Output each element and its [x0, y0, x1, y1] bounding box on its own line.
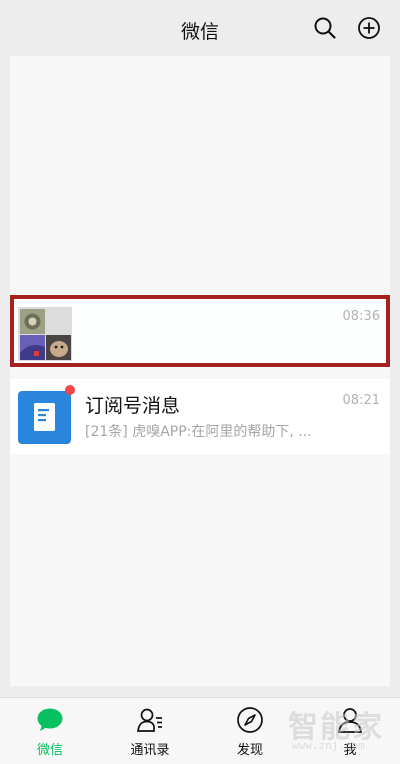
- group-member-avatar: [46, 335, 71, 360]
- tab-contacts[interactable]: 通讯录: [100, 698, 200, 764]
- document-icon: [34, 403, 55, 431]
- watermark-url: www.znj.com: [292, 739, 365, 752]
- empty-area: [10, 56, 390, 291]
- tab-label: 微信: [36, 743, 63, 758]
- chat-bubble-icon: [37, 708, 63, 731]
- chat-item-subscriptions[interactable]: 订阅号消息 [21条] 虎嗅APP:在阿里的帮助下, ... 08:21: [10, 379, 390, 454]
- tab-label: 发现: [236, 743, 263, 758]
- chat-time: 08:36: [342, 309, 380, 324]
- chat-name: 订阅号消息: [85, 395, 181, 417]
- avatar-image: [46, 335, 71, 360]
- chat-item-group[interactable]: 08:36: [10, 295, 390, 367]
- compass-icon: [237, 707, 263, 733]
- subscription-avatar: [18, 391, 71, 444]
- tab-discover[interactable]: 发现: [200, 698, 300, 764]
- chat-list: 08:36 订阅号消息 [21条] 虎嗅APP:在阿里的帮助下, ... 08:…: [10, 295, 390, 454]
- chat-list-area: 08:36 订阅号消息 [21条] 虎嗅APP:在阿里的帮助下, ... 08:…: [10, 56, 390, 686]
- tab-label: 通讯录: [130, 743, 170, 758]
- avatar-image: [20, 335, 45, 360]
- plus-circle-icon[interactable]: [357, 16, 381, 40]
- chat-preview: [21条] 虎嗅APP:在阿里的帮助下, ...: [85, 424, 312, 440]
- tab-chats[interactable]: 微信: [0, 698, 100, 764]
- group-member-avatar: [20, 335, 45, 360]
- chat-time: 08:21: [342, 393, 380, 408]
- watermark-logo: 智能家 www.znj.com: [288, 702, 398, 754]
- unread-dot: [65, 385, 75, 395]
- group-member-avatar: [20, 309, 45, 334]
- page-title: 微信: [180, 21, 219, 43]
- search-icon[interactable]: [313, 16, 337, 40]
- top-bar: 微信: [0, 0, 400, 56]
- group-avatar-grid: [18, 307, 72, 361]
- avatar-image: [20, 309, 45, 334]
- contacts-icon: [137, 708, 162, 732]
